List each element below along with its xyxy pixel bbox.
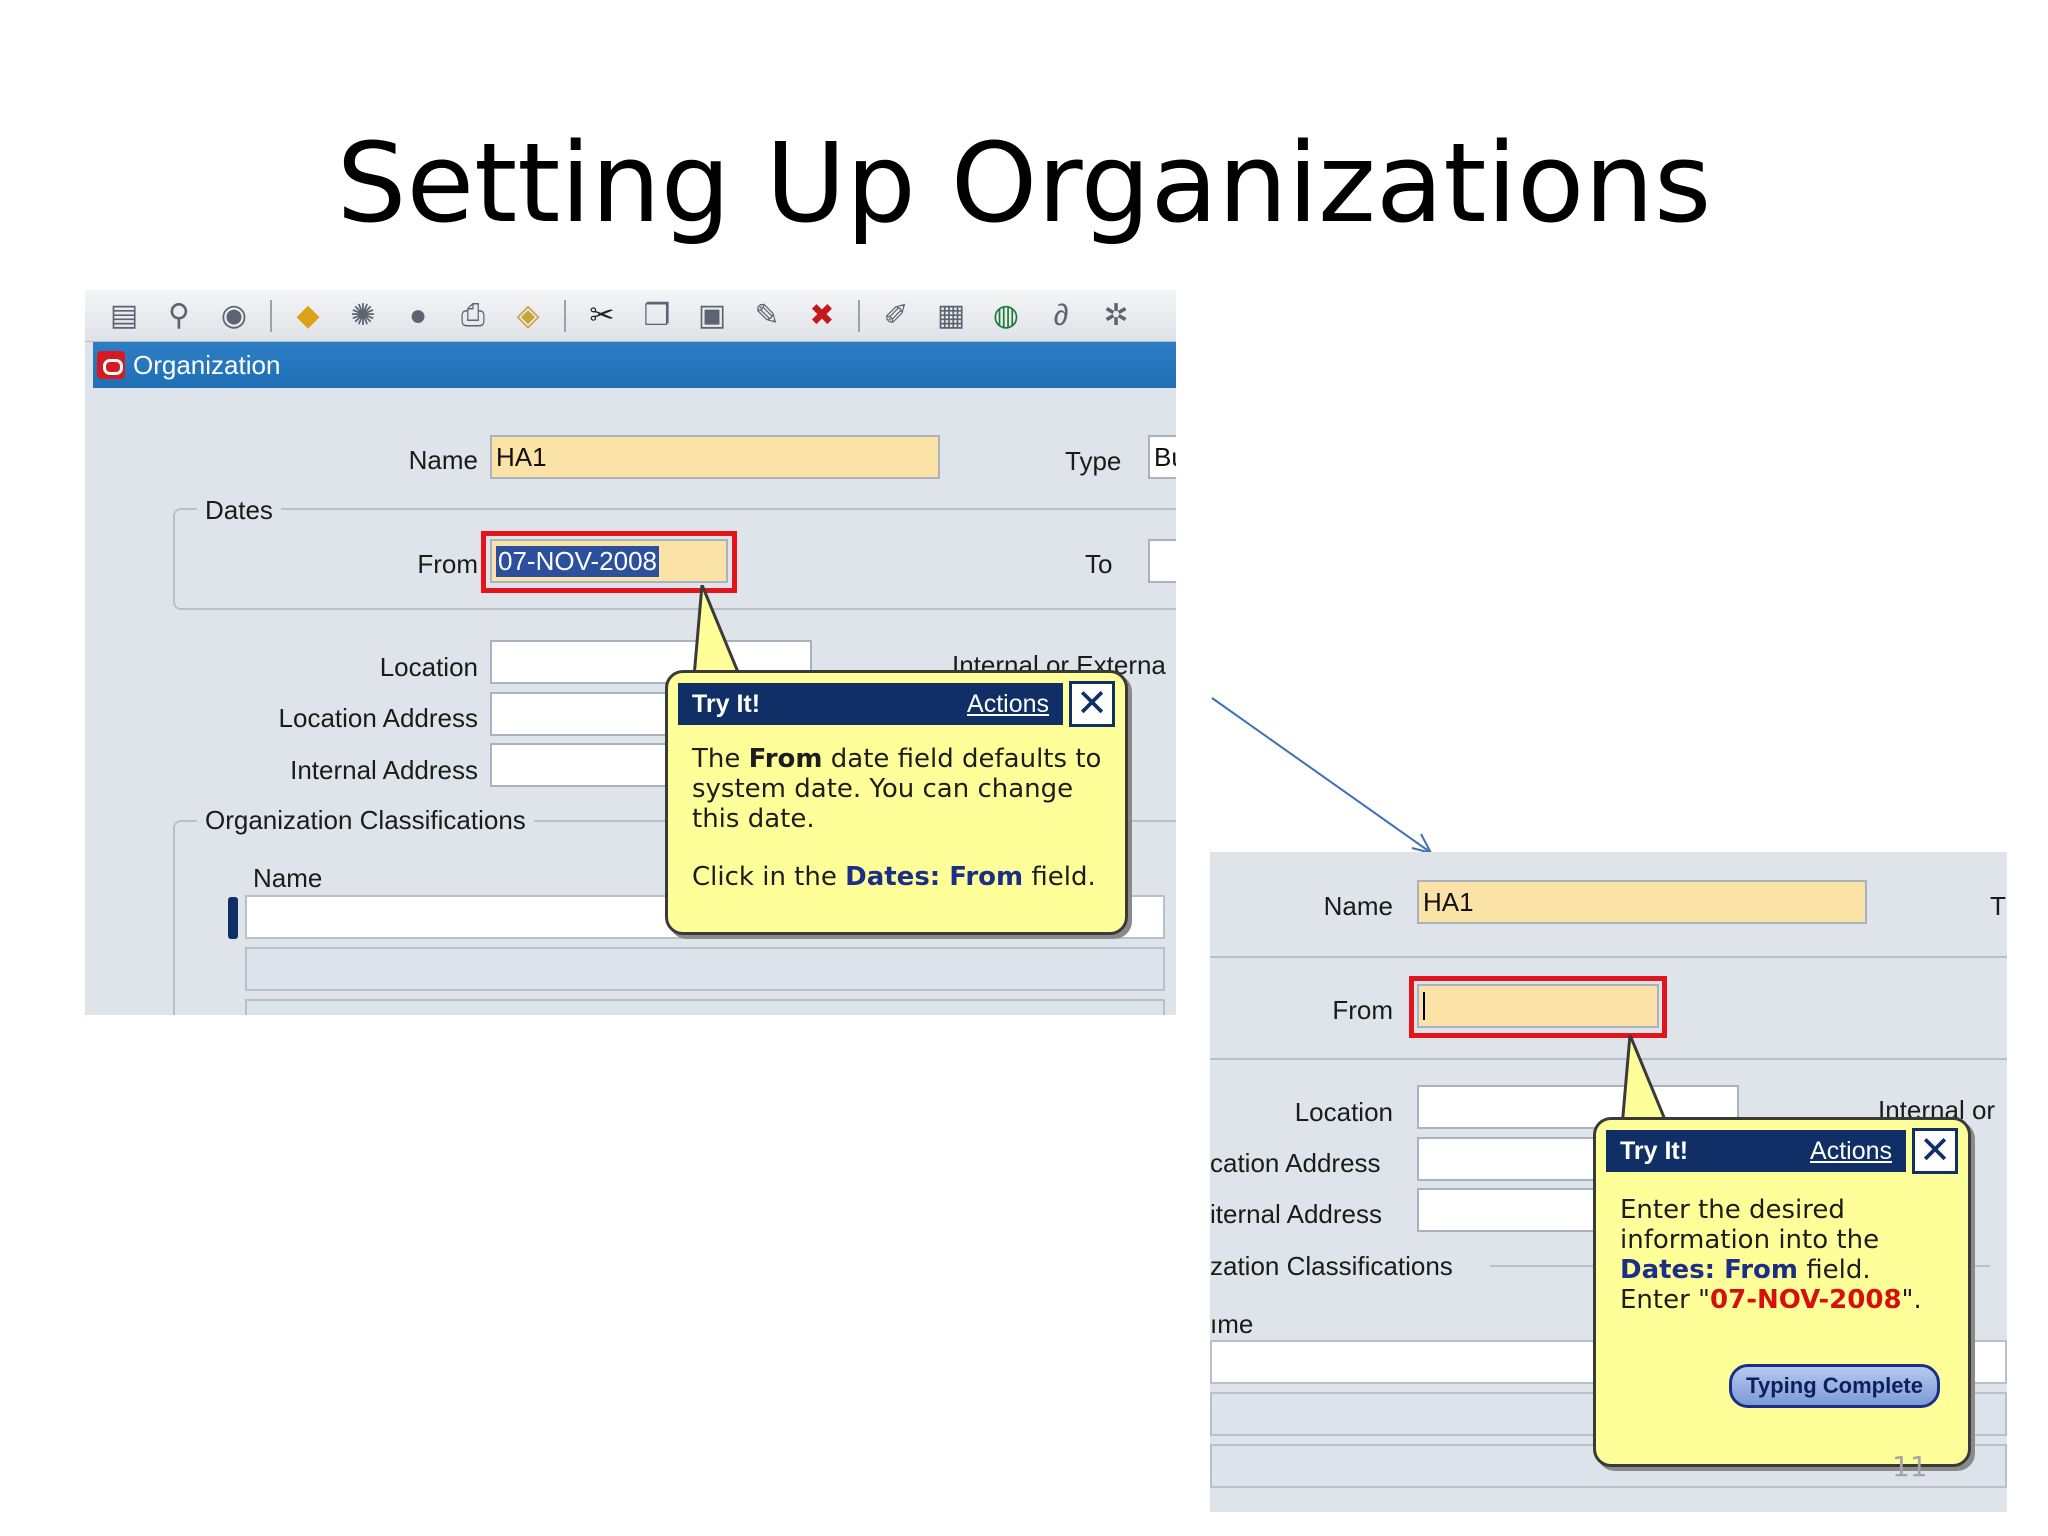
internal-address-field[interactable] [1417, 1188, 1617, 1232]
type-label: Type [1065, 446, 1122, 476]
internal-address-label: Internal Address [290, 755, 478, 785]
callout-title: Try It! [1620, 1136, 1689, 1165]
callout-actions-link[interactable]: Actions [967, 690, 1049, 719]
new-icon[interactable]: ▤ [105, 297, 143, 335]
translation-icon[interactable]: ✺ [344, 297, 382, 335]
callout-pointer [692, 585, 742, 677]
internal-address-label: iternal Address [1210, 1199, 1382, 1229]
location-address-label: Location Address [278, 703, 478, 733]
callout-actions-link[interactable]: Actions [1810, 1137, 1892, 1166]
to-date-field[interactable] [1148, 539, 1176, 583]
name-value: HA1 [496, 441, 547, 472]
try-it-callout: Try It! Actions ✕ Enter the desired info… [1593, 1117, 1971, 1467]
dates-group-label: Dates [197, 495, 281, 526]
classifications-label: zation Classifications [1210, 1251, 1453, 1281]
navigator-icon[interactable]: ◉ [215, 297, 253, 335]
connector-arrow [1211, 697, 1433, 855]
help-icon[interactable]: ✲ [1097, 297, 1135, 335]
name-label: Name [408, 445, 478, 475]
callout-instruction: Click in the Dates: From field. [692, 861, 1096, 892]
name-field[interactable]: HA1 [1417, 880, 1867, 924]
edit-field-icon[interactable]: ✐ [877, 297, 915, 335]
callout-paragraph: The From date field defaults to system d… [692, 744, 1102, 834]
window-title: Organization [133, 349, 281, 380]
location-address-field[interactable] [1417, 1137, 1617, 1181]
to-label: To [1085, 549, 1113, 579]
callout-text: Enter the desired information into the D… [1620, 1195, 1922, 1315]
toolbar-separator [270, 299, 272, 332]
type-value: Bu [1154, 441, 1176, 472]
highlight-box [1409, 976, 1667, 1038]
name-field[interactable]: HA1 [490, 435, 940, 479]
delete-record-icon[interactable]: ✖ [803, 297, 841, 335]
from-label: From [417, 549, 478, 579]
try-it-callout: Try It! Actions ✕ The From date field de… [665, 670, 1128, 935]
name-label: Name [1323, 891, 1393, 921]
classification-row[interactable] [245, 947, 1165, 991]
internal-address-field[interactable] [490, 743, 690, 787]
classification-name-header: ıme [1210, 1309, 1254, 1339]
paste-icon[interactable]: ▣ [693, 297, 731, 335]
callout-title: Try It! [692, 689, 761, 718]
find-icon[interactable]: ⚲ [160, 297, 198, 335]
location-address-label: cation Address [1210, 1148, 1381, 1178]
type-field[interactable]: Bu [1148, 435, 1176, 479]
attachment-icon[interactable]: ∂ [1042, 297, 1080, 335]
callout-text: The From date field defaults to system d… [692, 744, 1105, 893]
location-label: Location [1294, 1097, 1393, 1127]
classification-name-header: Name [253, 863, 323, 893]
print-icon[interactable]: ⎙ [454, 297, 492, 335]
toolbar-separator [858, 299, 860, 332]
highlight-box [481, 531, 737, 593]
group-divider [1210, 1058, 2007, 1060]
location-label: Location [379, 652, 478, 682]
type-label-partial: T [1990, 891, 2006, 921]
typing-complete-button[interactable]: Typing Complete [1729, 1364, 1940, 1408]
globe-icon[interactable]: ◍ [987, 297, 1025, 335]
current-record-indicator [228, 897, 238, 939]
location-address-field[interactable] [490, 692, 690, 736]
callout-pointer [1620, 1035, 1670, 1127]
attachments-stack-icon[interactable]: ● [399, 297, 437, 335]
zoom-icon[interactable]: ◈ [509, 297, 547, 335]
save-icon[interactable]: ◆ [289, 297, 327, 335]
classifications-group-label: Organization Classifications [197, 805, 534, 836]
oracle-logo-icon [97, 351, 125, 379]
classification-row[interactable] [245, 999, 1165, 1015]
window-titlebar: Organization [93, 342, 1176, 388]
callout-header: Try It! Actions [678, 683, 1063, 725]
cut-icon[interactable]: ✂ [583, 297, 621, 335]
callout-header: Try It! Actions [1606, 1130, 1906, 1172]
group-divider [1210, 956, 2007, 958]
name-value: HA1 [1423, 886, 1474, 917]
from-label: From [1332, 995, 1393, 1025]
folder-icon[interactable]: ▦ [932, 297, 970, 335]
slide-title: Setting Up Organizations [336, 119, 1712, 247]
toolbar: ▤ ⚲ ◉ ◆ ✺ ● ⎙ ◈ ✂ ❐ ▣ ✎ ✖ ✐ ▦ ◍ ∂ ✲ [85, 290, 1176, 342]
copy-icon[interactable]: ❐ [638, 297, 676, 335]
toolbar-separator [564, 299, 566, 332]
edit-record-icon[interactable]: ✎ [748, 297, 786, 335]
page-number: 11 [1892, 1450, 1928, 1483]
close-icon[interactable]: ✕ [1069, 681, 1115, 727]
close-icon[interactable]: ✕ [1912, 1128, 1958, 1174]
